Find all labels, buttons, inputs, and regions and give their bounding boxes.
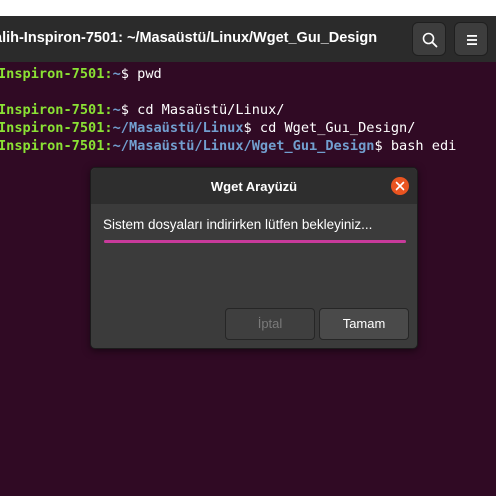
cancel-button[interactable]: İptal	[225, 308, 315, 340]
menu-button[interactable]	[454, 22, 488, 56]
prompt-path: ~	[112, 66, 121, 82]
terminal-line: Inspiron-7501:~$ pwd	[0, 66, 162, 82]
command-text: $ bash edi	[374, 138, 457, 154]
prompt-host: Inspiron-7501:	[0, 120, 113, 136]
prompt-host: Inspiron-7501:	[0, 66, 113, 82]
hamburger-menu-icon	[467, 35, 477, 45]
terminal-line: Inspiron-7501:~/Masaüstü/Linux$ cd Wget_…	[0, 120, 415, 136]
prompt-path: ~/Masaüstü/Linux/Wget_Guı_Design	[112, 138, 375, 154]
search-button[interactable]	[412, 22, 446, 56]
wget-dialog: Wget Arayüzü Sistem dosyaları indirirken…	[90, 167, 418, 349]
dialog-title: Wget Arayüzü	[210, 179, 298, 194]
command-text: $ cd Wget_Guı_Design/	[243, 120, 416, 136]
progress-bar	[104, 240, 406, 243]
prompt-host: Inspiron-7501:	[0, 138, 113, 154]
dialog-header: Wget Arayüzü	[91, 168, 417, 204]
search-icon	[422, 32, 438, 48]
top-edge	[0, 0, 496, 16]
dialog-message: Sistem dosyaları indirirken lütfen bekle…	[103, 217, 373, 232]
prompt-path: ~	[112, 102, 121, 118]
terminal-line: Inspiron-7501:~$ cd Masaüstü/Linux/	[0, 102, 284, 118]
terminal-header-bar: alih-Inspiron-7501: ~/Masaüstü/Linux/Wge…	[0, 0, 496, 62]
window-title: alih-Inspiron-7501: ~/Masaüstü/Linux/Wge…	[0, 30, 378, 46]
prompt-host: Inspiron-7501:	[0, 102, 113, 118]
prompt-path: ~/Masaüstü/Linux	[112, 120, 244, 136]
close-button[interactable]	[391, 177, 409, 195]
close-icon	[395, 181, 405, 191]
command-text: $ pwd	[120, 66, 162, 82]
ok-button[interactable]: Tamam	[319, 308, 409, 340]
progress-fill	[104, 240, 406, 243]
terminal-line: Inspiron-7501:~/Masaüstü/Linux/Wget_Guı_…	[0, 138, 456, 154]
command-text: $ cd Masaüstü/Linux/	[120, 102, 285, 118]
